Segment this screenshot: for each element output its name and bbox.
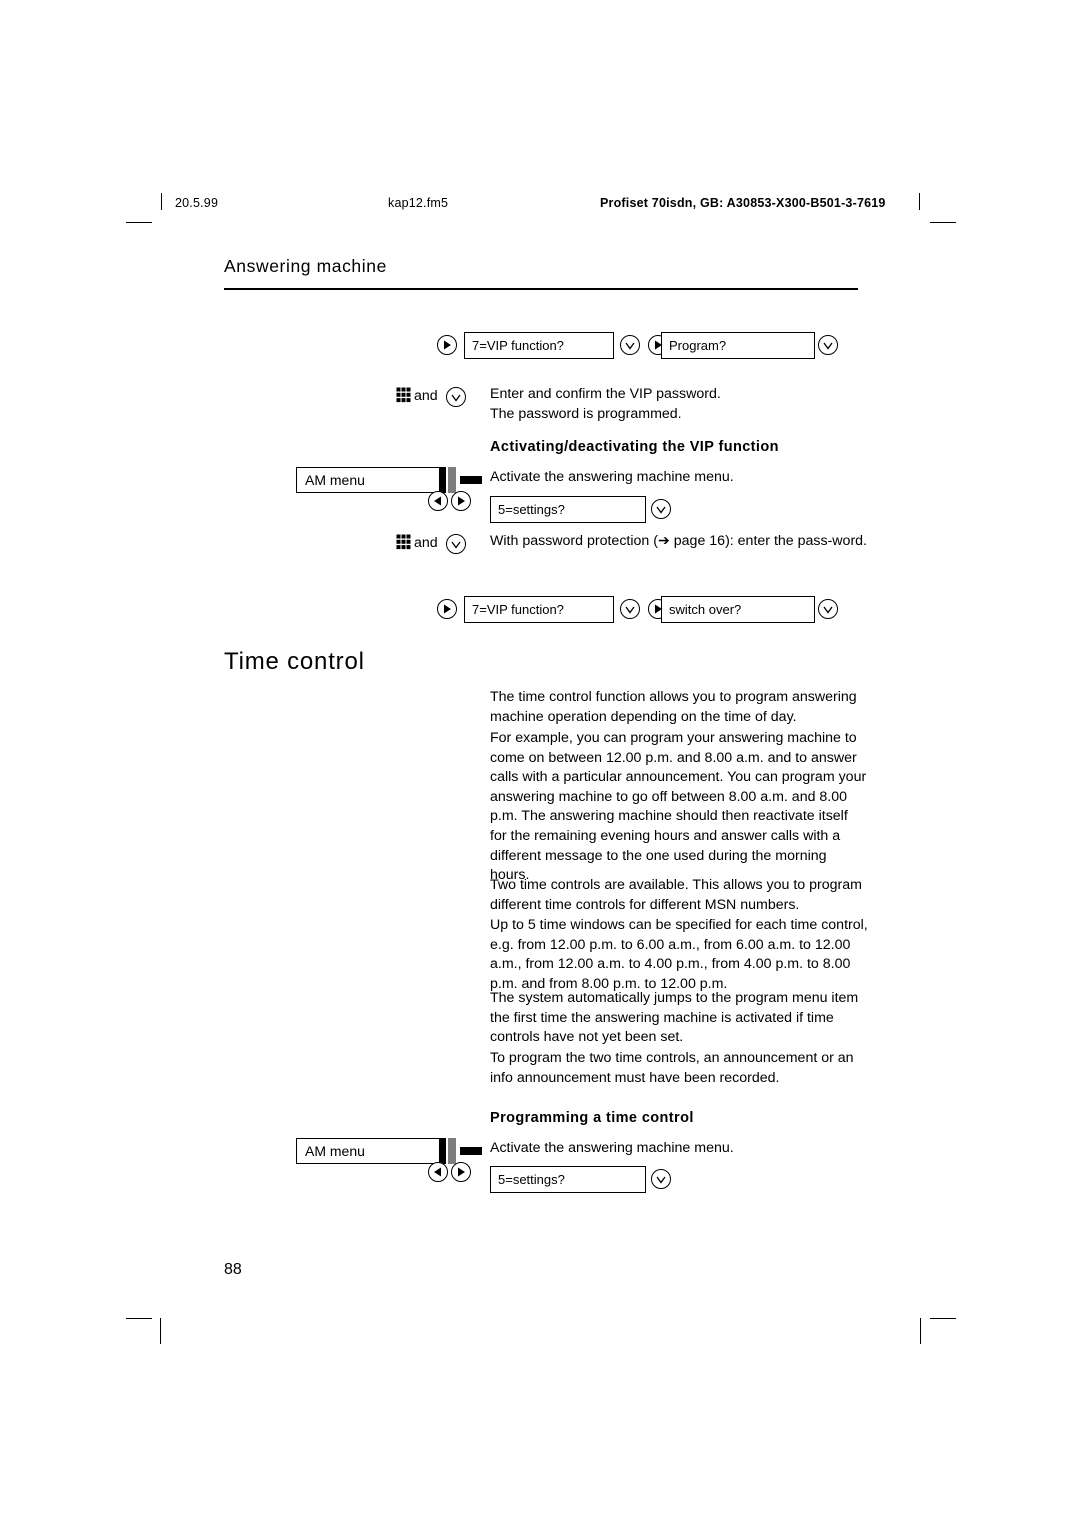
paragraph-4: Up to 5 time windows can be specified fo… [490, 917, 868, 992]
crop-mark-tl-h [126, 222, 152, 224]
crop-mark-bl-h [126, 1318, 152, 1320]
keypad-icon-1[interactable] [396, 387, 411, 404]
right-arrow-key-icon-3[interactable] [451, 491, 471, 511]
am-menu-instruction-2: Activate the answering machine menu. [490, 1140, 734, 1156]
display-settings-1: 5=settings? [490, 496, 646, 523]
display-vip-function-2: 7=VIP function? [464, 596, 614, 623]
crop-mark-tr-h [930, 222, 956, 224]
right-arrow-key-icon-4[interactable] [437, 599, 457, 619]
and-label-2: and [414, 535, 438, 551]
am-menu-softkey-bars-1 [440, 467, 482, 493]
confirm-key-icon-5[interactable] [446, 534, 466, 554]
running-title: Answering machine [224, 256, 387, 276]
paragraph-5: The system automatically jumps to the pr… [490, 990, 859, 1046]
am-menu-display-2: AM menu [296, 1138, 440, 1164]
document-page: 20.5.99 kap12.fm5 Profiset 70isdn, GB: A… [0, 0, 1080, 1528]
crop-mark-br-h [930, 1318, 956, 1320]
header-rule-left [161, 193, 162, 210]
paragraph-2: For example, you can program your answer… [490, 730, 867, 884]
enter-password-line1: Enter and confirm the VIP password. [490, 386, 721, 402]
confirm-key-icon-4[interactable] [651, 499, 671, 519]
crop-mark-br-v [920, 1318, 922, 1344]
right-arrow-key-icon[interactable] [437, 335, 457, 355]
enter-password-line2: The password is programmed. [490, 406, 682, 422]
display-switch-over: switch over? [661, 596, 815, 623]
display-vip-function-1: 7=VIP function? [464, 332, 614, 359]
header-filename: kap12.fm5 [388, 196, 449, 210]
header-document-id: Profiset 70isdn, GB: A30853-X300-B501-3-… [600, 196, 886, 210]
keypad-icon-2[interactable] [396, 534, 411, 551]
left-arrow-key-icon-2[interactable] [428, 1162, 448, 1182]
display-program: Program? [661, 332, 815, 359]
page-number: 88 [224, 1261, 242, 1278]
am-menu-display-1: AM menu [296, 467, 440, 493]
left-arrow-key-icon-1[interactable] [428, 491, 448, 511]
paragraph-3: Two time controls are available. This al… [490, 877, 862, 913]
confirm-key-icon-1[interactable] [620, 335, 640, 355]
subheading-programming-time-control: Programming a time control [490, 1110, 694, 1126]
password-protection-text: With password protection (➔ page 16): en… [490, 533, 868, 549]
header-date: 20.5.99 [175, 196, 219, 210]
crop-mark-bl-v [160, 1318, 162, 1344]
paragraph-1: The time control function allows you to … [490, 689, 857, 725]
confirm-key-icon-3[interactable] [446, 387, 466, 407]
am-menu-instruction-1: Activate the answering machine menu. [490, 469, 734, 485]
and-label-1: and [414, 388, 438, 404]
confirm-key-icon-7[interactable] [818, 599, 838, 619]
am-menu-softkey-bars-2 [440, 1138, 482, 1164]
confirm-key-icon-8[interactable] [651, 1169, 671, 1189]
section-heading-time-control: Time control [224, 648, 365, 675]
confirm-key-icon-2[interactable] [818, 335, 838, 355]
paragraph-6: To program the two time controls, an ann… [490, 1050, 854, 1086]
subheading-activating-vip: Activating/deactivating the VIP function [490, 439, 779, 455]
confirm-key-icon-6[interactable] [620, 599, 640, 619]
header-rule-right [919, 193, 920, 210]
display-settings-2: 5=settings? [490, 1166, 646, 1193]
right-arrow-key-icon-6[interactable] [451, 1162, 471, 1182]
title-divider [224, 288, 858, 290]
